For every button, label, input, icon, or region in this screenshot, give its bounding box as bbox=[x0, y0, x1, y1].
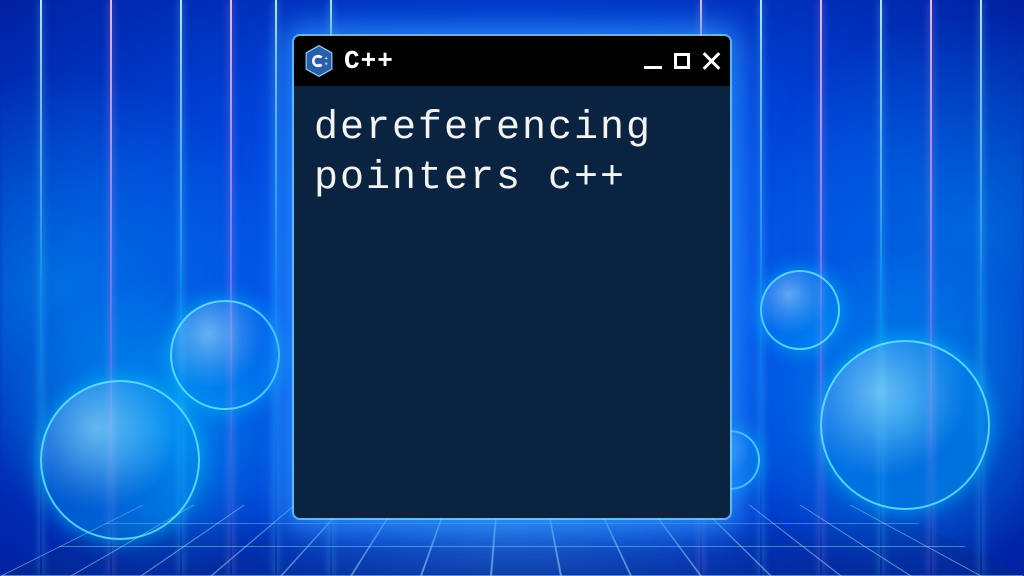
svg-text:+: + bbox=[325, 56, 328, 62]
data-rain-line bbox=[760, 0, 762, 576]
neon-sphere bbox=[820, 340, 990, 510]
window-titlebar[interactable]: + + C++ bbox=[294, 36, 730, 86]
minimize-button[interactable] bbox=[644, 66, 662, 69]
terminal-window: + + C++ dereferencing pointers c++ bbox=[294, 36, 730, 518]
window-title: C++ bbox=[344, 46, 634, 76]
data-rain-line bbox=[40, 0, 42, 576]
neon-sphere bbox=[170, 300, 280, 410]
neon-sphere bbox=[760, 270, 840, 350]
data-rain-line bbox=[980, 0, 982, 576]
data-rain-line bbox=[230, 0, 232, 576]
svg-text:+: + bbox=[325, 61, 328, 67]
cpp-hexagon-icon: + + bbox=[304, 44, 334, 78]
window-controls bbox=[644, 52, 720, 70]
terminal-text: dereferencing pointers c++ bbox=[314, 106, 652, 201]
data-rain-line bbox=[275, 0, 277, 576]
neon-sphere bbox=[40, 380, 200, 540]
maximize-button[interactable] bbox=[674, 53, 690, 69]
terminal-body: dereferencing pointers c++ bbox=[294, 86, 730, 222]
close-button[interactable] bbox=[702, 52, 720, 70]
